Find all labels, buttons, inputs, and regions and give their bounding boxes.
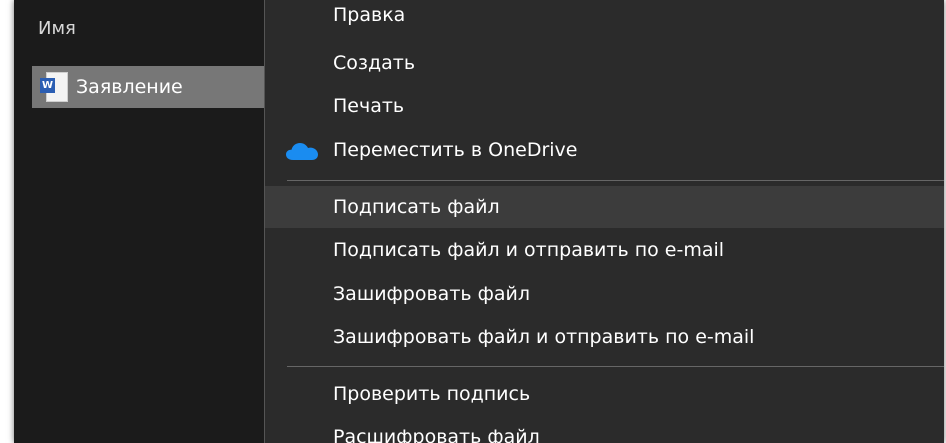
menu-item-move-to-onedrive[interactable]: Переместить в OneDrive xyxy=(265,129,944,171)
menu-item-label: Переместить в OneDrive xyxy=(333,139,578,161)
menu-separator xyxy=(287,180,944,181)
menu-item-print[interactable]: Печать xyxy=(265,85,944,127)
file-explorer-pane: Имя W Заявление xyxy=(14,0,264,443)
menu-item-label: Создать xyxy=(333,52,416,74)
menu-item-label: Расшифровать файл xyxy=(333,426,540,443)
file-row-selected[interactable]: W Заявление xyxy=(32,66,264,108)
menu-item-label: Проверить подпись xyxy=(333,383,531,405)
screenshot-frame: Имя W Заявление Правка Создать Печать Пе… xyxy=(14,0,944,443)
menu-item-label: Печать xyxy=(333,95,405,117)
file-name-label: Заявление xyxy=(76,76,183,98)
menu-item-decrypt-file[interactable]: Расшифровать файл xyxy=(265,416,944,443)
menu-item-label: Подписать файл xyxy=(333,196,500,218)
menu-item-encrypt-file[interactable]: Зашифровать файл xyxy=(265,273,944,315)
menu-item-encrypt-and-email[interactable]: Зашифровать файл и отправить по e-mail xyxy=(265,316,944,358)
menu-item-create[interactable]: Создать xyxy=(265,42,944,84)
menu-separator xyxy=(287,366,944,367)
menu-item-label: Правка xyxy=(333,4,406,26)
menu-item-label: Подписать файл и отправить по e-mail xyxy=(333,239,725,261)
menu-item-edit[interactable]: Правка xyxy=(265,0,944,42)
menu-item-label: Зашифровать файл и отправить по e-mail xyxy=(333,326,755,348)
column-header-name[interactable]: Имя xyxy=(38,18,76,39)
onedrive-cloud-icon xyxy=(286,143,318,160)
context-menu: Правка Создать Печать Переместить в OneD… xyxy=(264,0,944,443)
word-badge-icon: W xyxy=(40,78,55,93)
menu-item-sign-and-email[interactable]: Подписать файл и отправить по e-mail xyxy=(265,229,944,271)
menu-item-label: Зашифровать файл xyxy=(333,283,531,305)
menu-item-sign-file[interactable]: Подписать файл xyxy=(265,186,944,228)
word-document-icon: W xyxy=(40,72,68,102)
menu-item-verify-signature[interactable]: Проверить подпись xyxy=(265,373,944,415)
